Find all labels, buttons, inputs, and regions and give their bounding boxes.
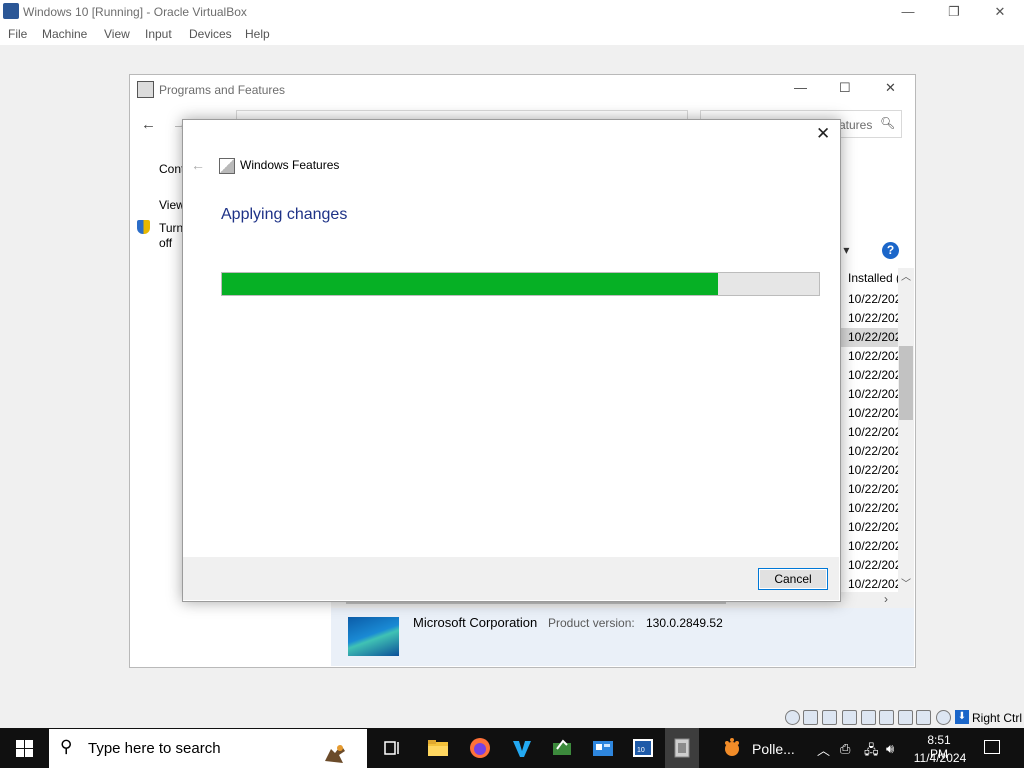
menu-input[interactable]: Input	[145, 27, 172, 41]
clock-date[interactable]: 11/4/2024	[912, 751, 968, 765]
restore-icon[interactable]: ❐	[931, 0, 977, 23]
menu-machine[interactable]: Machine	[42, 27, 87, 41]
installed-date-row[interactable]: 10/22/2024	[840, 518, 898, 537]
product-version-value: 130.0.2849.52	[646, 616, 723, 630]
programs-features-taskbar-icon[interactable]	[671, 737, 693, 759]
programs-features-icon	[137, 81, 154, 98]
show-hidden-icons-chevron-icon[interactable]: ︿	[817, 740, 830, 759]
scroll-down-icon[interactable]: ﹀	[901, 575, 911, 590]
windows-features-icon	[219, 158, 235, 174]
mouse-integration-icon[interactable]	[936, 710, 951, 725]
notification-center-icon[interactable]	[984, 740, 1000, 754]
pf-search-placeholder: atures	[839, 118, 873, 132]
sidebar-link-turn-features[interactable]: Turn	[159, 221, 183, 235]
installed-date-row[interactable]: 10/22/2024	[840, 537, 898, 556]
device-icon[interactable]: ⎙	[840, 741, 850, 757]
dialog-title: Windows Features	[240, 158, 340, 172]
installed-date-row[interactable]: 10/22/2024	[840, 347, 898, 366]
installed-date-row[interactable]: 10/22/2024	[840, 556, 898, 575]
vertical-scrollbar[interactable]	[898, 268, 914, 592]
installed-date-row[interactable]: 10/22/2024	[840, 328, 898, 347]
installed-date-row[interactable]: 10/22/2024	[840, 442, 898, 461]
shield-icon	[137, 220, 150, 234]
product-version-label: Product version:	[548, 616, 635, 630]
windows-start-icon[interactable]	[16, 740, 33, 757]
windows10-vm-icon[interactable]: 10	[632, 737, 654, 759]
search-icon[interactable]: 🔍︎	[880, 116, 895, 130]
installed-date-row[interactable]: 10/22/2024	[840, 290, 898, 309]
windows-features-dialog	[182, 119, 841, 602]
hard-disk-icon[interactable]	[898, 710, 913, 725]
control-panel-icon[interactable]	[592, 737, 614, 759]
search-highlight-icon[interactable]	[321, 741, 349, 765]
search-icon: ⚲	[60, 737, 73, 756]
task-view-icon[interactable]	[381, 737, 403, 759]
installed-date-row[interactable]: 10/22/2024	[840, 499, 898, 518]
dialog-footer	[183, 557, 839, 600]
display-icon[interactable]	[861, 710, 876, 725]
installed-date-row[interactable]: 10/22/2024	[840, 366, 898, 385]
progress-bar-fill	[222, 273, 718, 295]
close-icon[interactable]: ✕	[977, 0, 1023, 23]
installed-date-row[interactable]: 10/22/2024	[840, 423, 898, 442]
virtualbox-window-title: Windows 10 [Running] - Oracle VirtualBox	[23, 5, 247, 19]
video-capture-icon[interactable]	[879, 710, 894, 725]
installed-date-row[interactable]: 10/22/2024	[840, 461, 898, 480]
remote-app-icon[interactable]	[551, 737, 573, 759]
visual-studio-code-icon[interactable]	[511, 737, 533, 759]
menu-help[interactable]: Help	[245, 27, 270, 41]
vertical-scroll-thumb[interactable]	[899, 346, 913, 420]
firefox-icon[interactable]	[469, 737, 491, 759]
pf-close-icon[interactable]: ✕	[885, 80, 896, 96]
installed-date-row[interactable]: 10/22/2024	[840, 385, 898, 404]
edge-logo-icon	[348, 617, 399, 656]
menu-view[interactable]: View	[104, 27, 130, 41]
dialog-close-icon[interactable]: ✕	[816, 124, 830, 144]
vt-x-icon[interactable]	[916, 710, 931, 725]
minimize-icon[interactable]: —	[885, 0, 931, 23]
shared-folders-icon[interactable]	[842, 710, 857, 725]
usb-icon[interactable]	[803, 710, 818, 725]
help-icon[interactable]: ?	[882, 242, 899, 259]
applying-changes-heading: Applying changes	[221, 206, 348, 223]
network-tray-icon[interactable]: 🖧︎	[864, 741, 879, 763]
pollen-app-label[interactable]: Polle...	[752, 741, 795, 757]
installed-date-row[interactable]: 10/22/2024	[840, 404, 898, 423]
installed-date-row[interactable]: 10/22/2024	[840, 480, 898, 499]
pf-minimize-icon[interactable]: —	[794, 80, 807, 95]
installed-dates-list: 10/22/202410/22/202410/22/202410/22/2024…	[840, 290, 898, 594]
cancel-button[interactable]: Cancel	[758, 568, 828, 590]
taskbar-search-placeholder: Type here to search	[88, 740, 221, 757]
pollen-app-icon[interactable]	[721, 737, 743, 759]
host-key-arrow-icon: ⬇	[955, 710, 969, 724]
sidebar-link-control-panel[interactable]: Cont	[159, 162, 184, 176]
installed-date-row[interactable]: 10/22/2024	[840, 309, 898, 328]
sidebar-link-turn-features-line2[interactable]: off	[159, 236, 172, 250]
scroll-up-icon[interactable]: ︿	[901, 268, 911, 283]
scroll-right-icon[interactable]: ›	[884, 592, 888, 606]
virtualbox-logo-icon	[3, 3, 19, 19]
menu-file[interactable]: File	[8, 27, 27, 41]
svg-text:10: 10	[637, 747, 645, 754]
host-key-label: Right Ctrl	[972, 711, 1023, 725]
back-arrow-icon[interactable]: ←	[141, 116, 156, 133]
volume-icon[interactable]: 🔊︎	[886, 741, 894, 757]
dialog-back-arrow-icon: ←	[191, 157, 205, 173]
pf-maximize-icon[interactable]: ☐	[839, 80, 851, 96]
optical-drive-icon[interactable]	[785, 710, 800, 725]
programs-features-title: Programs and Features	[159, 83, 286, 97]
publisher-name: Microsoft Corporation	[413, 615, 538, 630]
network-icon[interactable]	[822, 710, 837, 725]
menu-devices[interactable]: Devices	[189, 27, 232, 41]
file-explorer-icon[interactable]	[427, 737, 449, 759]
sidebar-link-view-updates[interactable]: View	[159, 198, 185, 212]
